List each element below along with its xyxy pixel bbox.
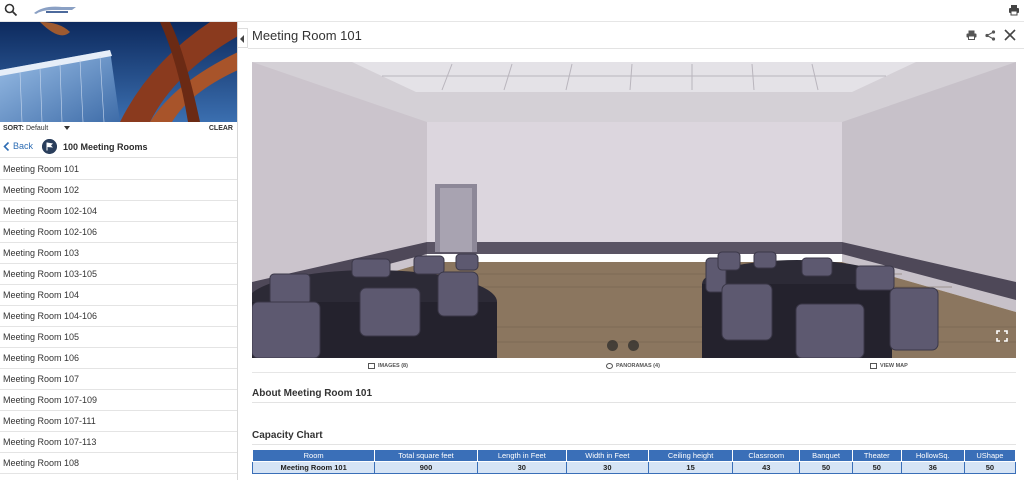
list-item[interactable]: Meeting Room 107	[0, 369, 237, 390]
view-map-link[interactable]: VIEW MAP	[870, 363, 908, 369]
divider	[252, 444, 1016, 445]
images-label: IMAGES (8)	[378, 363, 408, 369]
images-link[interactable]: IMAGES (8)	[368, 363, 408, 369]
sort-dropdown[interactable]: Default	[26, 125, 48, 132]
category-header: Back 100 Meeting Rooms	[0, 136, 237, 158]
list-item[interactable]: Meeting Room 107-109	[0, 390, 237, 411]
list-item[interactable]: Meeting Room 103-105	[0, 264, 237, 285]
back-label: Back	[13, 141, 34, 151]
capacity-table: Room Total square feet Length in Feet Width…	[251, 449, 1017, 474]
list-item[interactable]: Meeting Room 105	[0, 327, 237, 348]
sort-bar: SORT: Default CLEAR	[0, 123, 237, 135]
panoramas-link[interactable]: PANORAMAS (4)	[606, 363, 660, 369]
list-item[interactable]: Meeting Room 107-113	[0, 432, 237, 453]
clear-button[interactable]: CLEAR	[209, 125, 233, 132]
table-header-cell: Classroom	[732, 449, 801, 462]
image-icon	[368, 363, 375, 369]
table-cell: 43	[732, 461, 801, 474]
fullscreen-icon[interactable]	[996, 330, 1008, 342]
table-header-cell: Room	[251, 449, 376, 462]
chevron-left-icon	[240, 35, 244, 43]
list-item[interactable]: Meeting Room 102-106	[0, 222, 237, 243]
table-row: Meeting Room 101 900 30 30 15 43 50 50 36 50	[251, 461, 1017, 474]
list-item[interactable]: Meeting Room 104	[0, 285, 237, 306]
media-bar: IMAGES (8) PANORAMAS (4) VIEW MAP	[252, 359, 1016, 373]
table-cell: Meeting Room 101	[251, 461, 376, 474]
next-arrow-icon[interactable]	[628, 340, 639, 351]
view-map-label: VIEW MAP	[880, 363, 908, 369]
detail-actions	[966, 29, 1016, 41]
list-item[interactable]: Meeting Room 101	[0, 159, 237, 180]
table-cell: 36	[900, 461, 965, 474]
close-icon[interactable]	[1004, 29, 1016, 41]
table-header-row: Room Total square feet Length in Feet Width…	[251, 449, 1017, 462]
room-list: Meeting Room 101 Meeting Room 102 Meeting …	[0, 159, 237, 474]
list-item[interactable]: Meeting Room 102	[0, 180, 237, 201]
room-photo-image	[252, 62, 1016, 358]
table-header-cell: Width in Feet	[565, 449, 649, 462]
table-cell: 50	[963, 461, 1017, 474]
venue-hero-image	[0, 22, 237, 122]
list-item[interactable]: Meeting Room 107-111	[0, 411, 237, 432]
list-item[interactable]: Meeting Room 108	[0, 453, 237, 474]
panoramas-label: PANORAMAS (4)	[616, 363, 660, 369]
list-item[interactable]: Meeting Room 103	[0, 243, 237, 264]
table-header-cell: Total square feet	[374, 449, 478, 462]
logo[interactable]	[32, 4, 78, 16]
list-item[interactable]: Meeting Room 104-106	[0, 306, 237, 327]
about-heading: About Meeting Room 101	[252, 388, 373, 399]
search-icon[interactable]	[4, 3, 18, 17]
table-cell: 15	[647, 461, 734, 474]
panorama-icon	[606, 363, 613, 369]
collapse-sidebar-button[interactable]	[238, 28, 248, 48]
room-photo[interactable]	[252, 62, 1016, 358]
table-header-cell: Length in Feet	[476, 449, 567, 462]
print-icon[interactable]	[966, 30, 977, 40]
sort-label: SORT:	[3, 125, 24, 132]
table-header-cell: HollowSq.	[900, 449, 965, 462]
category-title: 100 Meeting Rooms	[63, 142, 148, 152]
map-icon	[870, 363, 877, 369]
sidebar: SORT: Default CLEAR Back 100 Meeting Roo…	[0, 22, 238, 480]
chevron-down-icon[interactable]	[64, 126, 70, 130]
divider	[248, 48, 1024, 49]
detail-panel: Meeting Room 101 IMAGES (8) PANORAMAS (4…	[248, 22, 1024, 480]
table-header-cell: Banquet	[799, 449, 853, 462]
prev-arrow-icon[interactable]	[607, 340, 618, 351]
page-title: Meeting Room 101	[252, 28, 362, 43]
table-cell: 30	[476, 461, 567, 474]
list-item[interactable]: Meeting Room 106	[0, 348, 237, 369]
print-icon[interactable]	[1008, 4, 1020, 16]
back-button[interactable]: Back	[3, 141, 33, 151]
top-bar	[0, 0, 1024, 22]
table-cell: 50	[851, 461, 902, 474]
table-header-cell: UShape	[963, 449, 1017, 462]
share-icon[interactable]	[985, 29, 996, 41]
table-cell: 900	[374, 461, 478, 474]
table-cell: 50	[799, 461, 853, 474]
carousel-nav	[607, 340, 639, 351]
divider	[252, 402, 1016, 403]
table-header-cell: Ceiling height	[647, 449, 734, 462]
table-header-cell: Theater	[851, 449, 902, 462]
list-item[interactable]: Meeting Room 102-104	[0, 201, 237, 222]
flag-icon	[42, 139, 57, 154]
capacity-heading: Capacity Chart	[252, 430, 323, 441]
chevron-left-icon	[3, 141, 10, 151]
table-cell: 30	[565, 461, 649, 474]
